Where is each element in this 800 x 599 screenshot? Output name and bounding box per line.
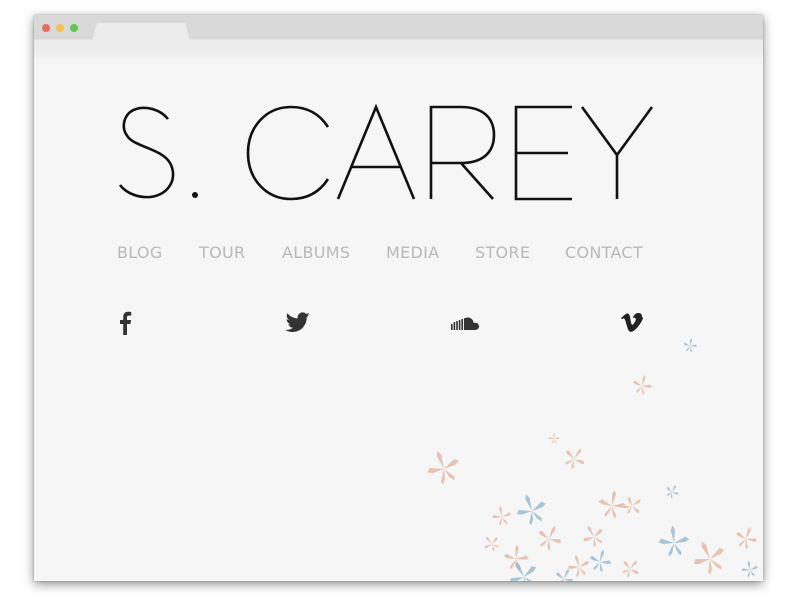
vimeo-icon[interactable] [620,311,646,335]
nav-item-albums[interactable]: ALBUMS [282,243,350,262]
nav-item-contact[interactable]: CONTACT [565,243,643,262]
browser-chrome [34,15,763,59]
close-window-button[interactable] [42,24,50,32]
nav-item-store[interactable]: STORE [475,243,530,262]
page-content: BLOG TOUR ALBUMS MEDIA STORE CONTACT [34,59,763,581]
nav-item-media[interactable]: MEDIA [386,243,439,262]
browser-window: BLOG TOUR ALBUMS MEDIA STORE CONTACT [34,15,763,581]
maximize-window-button[interactable] [70,24,78,32]
soundcloud-icon[interactable] [450,311,480,335]
nav-item-tour[interactable]: TOUR [199,243,245,262]
browser-tab[interactable] [92,23,190,41]
facebook-icon[interactable] [118,311,144,335]
logo-lettering [118,103,654,201]
twitter-icon[interactable] [285,311,311,335]
nav-item-blog[interactable]: BLOG [117,243,163,262]
site-logo[interactable] [116,103,656,203]
minimize-window-button[interactable] [56,24,64,32]
